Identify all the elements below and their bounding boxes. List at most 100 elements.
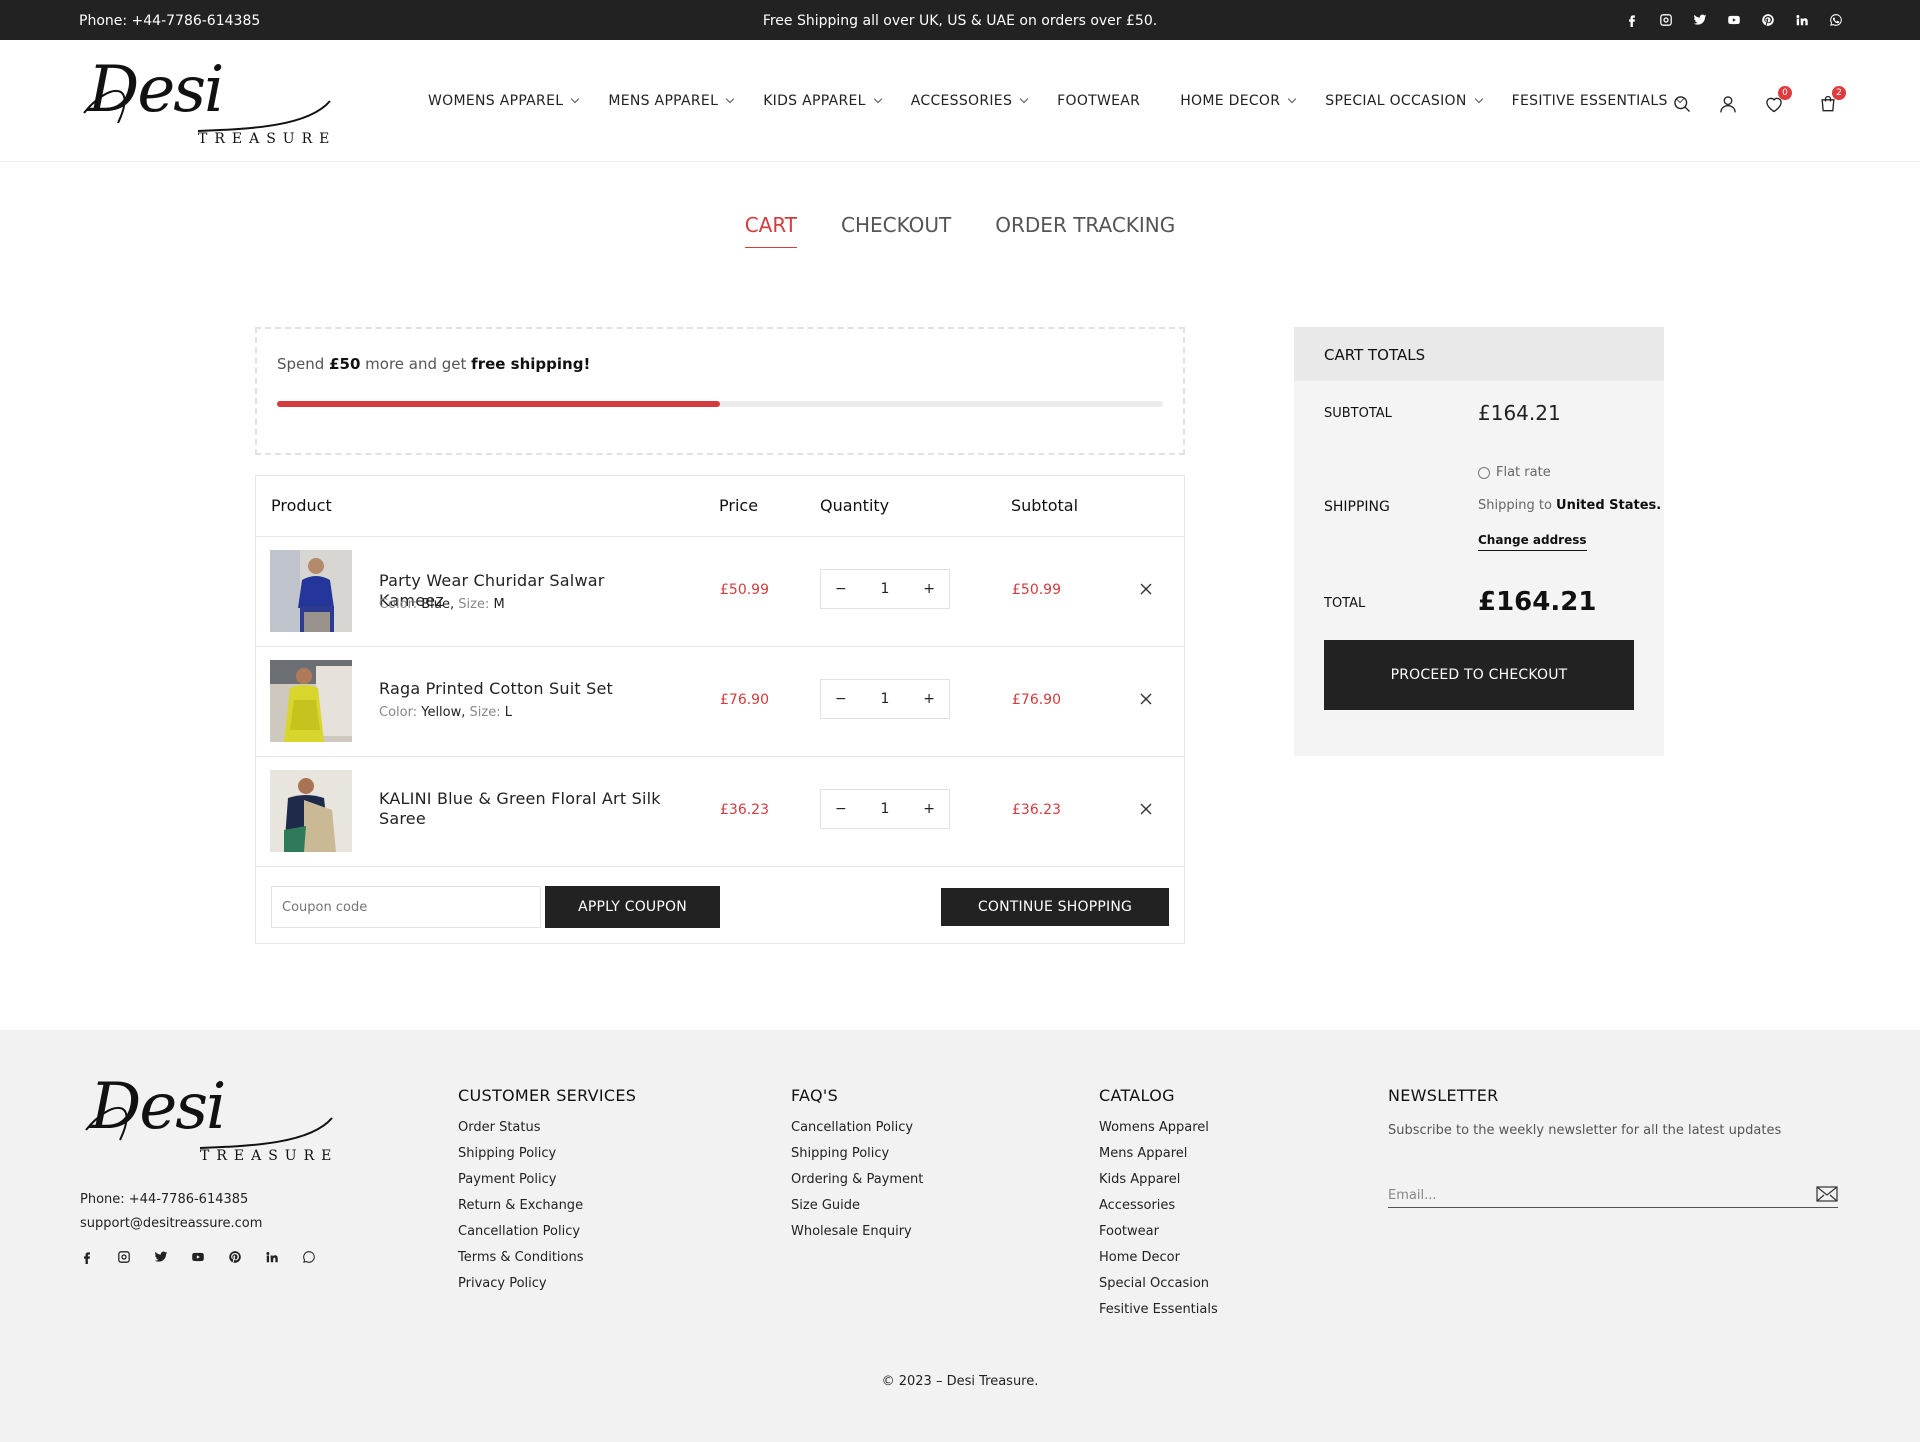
footer-link[interactable]: Special Occasion: [1099, 1271, 1218, 1297]
customer-services-title: CUSTOMER SERVICES: [458, 1086, 637, 1105]
nav-festive-essentials[interactable]: FESITIVE ESSENTIALS: [1512, 93, 1684, 109]
free-shipping-message: Spend £50 more and get free shipping!: [277, 355, 591, 373]
product-price: £76.90: [720, 692, 769, 708]
footer-link[interactable]: Return & Exchange: [458, 1193, 636, 1219]
product-subtotal: £50.99: [1012, 582, 1061, 598]
footer-socials: [80, 1250, 316, 1264]
newsletter-email-input[interactable]: Email...: [1388, 1178, 1838, 1208]
instagram-icon[interactable]: [1658, 12, 1674, 28]
logo[interactable]: Desi TREASURE: [78, 53, 338, 153]
footer-link[interactable]: Ordering & Payment: [791, 1167, 923, 1193]
cart-totals: CART TOTALS SUBTOTAL £164.21 Flat rate S…: [1294, 327, 1664, 756]
subtotal-label: SUBTOTAL: [1324, 406, 1392, 421]
remove-item-icon[interactable]: [1138, 581, 1154, 597]
footer-link[interactable]: Cancellation Policy: [458, 1219, 636, 1245]
product-image[interactable]: [270, 660, 352, 742]
continue-shopping-button[interactable]: CONTINUE SHOPPING: [941, 888, 1169, 926]
nav-mens-apparel[interactable]: MENS APPAREL: [608, 93, 735, 109]
proceed-to-checkout-button[interactable]: PROCEED TO CHECKOUT: [1324, 640, 1634, 710]
quantity-value[interactable]: 1: [881, 691, 890, 707]
product-subtotal: £76.90: [1012, 692, 1061, 708]
apply-coupon-button[interactable]: APPLY COUPON: [545, 886, 720, 928]
twitter-icon[interactable]: [154, 1250, 168, 1264]
quantity-minus-button[interactable]: −: [835, 691, 847, 707]
facebook-icon[interactable]: [80, 1250, 94, 1264]
change-address-link[interactable]: Change address: [1478, 533, 1587, 551]
account-icon[interactable]: [1716, 92, 1740, 116]
footer-link[interactable]: Footwear: [1099, 1219, 1218, 1245]
twitter-icon[interactable]: [1692, 12, 1708, 28]
table-header: Product Price Quantity Subtotal: [256, 476, 1184, 537]
nav-special-occasion[interactable]: SPECIAL OCCASION: [1325, 93, 1483, 109]
footer-link[interactable]: Size Guide: [791, 1193, 923, 1219]
youtube-icon[interactable]: [1726, 12, 1742, 28]
tab-order-tracking[interactable]: ORDER TRACKING: [995, 213, 1175, 248]
nav-kids-apparel[interactable]: KIDS APPAREL: [763, 93, 882, 109]
product-image[interactable]: [270, 550, 352, 632]
footer-link[interactable]: Terms & Conditions: [458, 1245, 636, 1271]
linkedin-icon[interactable]: [1794, 12, 1810, 28]
footer-link[interactable]: Order Status: [458, 1115, 636, 1141]
product-price: £50.99: [720, 582, 769, 598]
footer-phone: Phone: +44-7786-614385: [80, 1192, 249, 1207]
quantity-stepper: − 1 +: [820, 789, 950, 829]
logo-word: TREASURE: [198, 131, 337, 147]
footer-link[interactable]: Home Decor: [1099, 1245, 1218, 1271]
whatsapp-icon[interactable]: [302, 1250, 316, 1264]
flat-rate-option[interactable]: Flat rate: [1478, 465, 1551, 480]
nav-accessories[interactable]: ACCESSORIES: [911, 93, 1029, 109]
quantity-minus-button[interactable]: −: [835, 581, 847, 597]
send-mail-icon[interactable]: [1816, 1186, 1838, 1202]
remove-item-icon[interactable]: [1138, 691, 1154, 707]
footer-link[interactable]: Kids Apparel: [1099, 1167, 1218, 1193]
footer-link[interactable]: Womens Apparel: [1099, 1115, 1218, 1141]
quantity-plus-button[interactable]: +: [923, 581, 935, 597]
quantity-minus-button[interactable]: −: [835, 801, 847, 817]
footer-logo[interactable]: Desi TREASURE: [80, 1070, 340, 1170]
tab-checkout[interactable]: CHECKOUT: [841, 213, 951, 248]
footer-email[interactable]: support@desitreassure.com: [80, 1216, 262, 1231]
wishlist-icon[interactable]: 0: [1762, 86, 1792, 116]
footer-link[interactable]: Cancellation Policy: [791, 1115, 923, 1141]
cart-icon[interactable]: 2: [1816, 86, 1846, 116]
quantity-plus-button[interactable]: +: [923, 691, 935, 707]
coupon-input[interactable]: [271, 886, 541, 928]
youtube-icon[interactable]: [191, 1250, 205, 1264]
quantity-value[interactable]: 1: [881, 581, 890, 597]
footer-link[interactable]: Mens Apparel: [1099, 1141, 1218, 1167]
whatsapp-icon[interactable]: [1828, 12, 1844, 28]
main-nav: WOMENS APPAREL MENS APPAREL KIDS APPAREL…: [428, 93, 1713, 109]
pinterest-icon[interactable]: [228, 1250, 242, 1264]
footer-link[interactable]: Shipping Policy: [458, 1141, 636, 1167]
footer-link[interactable]: Wholesale Enquiry: [791, 1219, 923, 1245]
nav-footwear[interactable]: FOOTWEAR: [1057, 93, 1140, 109]
nav-home-decor[interactable]: HOME DECOR: [1180, 93, 1297, 109]
catalog-title: CATALOG: [1099, 1086, 1175, 1105]
table-row: KALINI Blue & Green Floral Art Silk Sare…: [256, 757, 1184, 867]
remove-item-icon[interactable]: [1138, 801, 1154, 817]
footer-link[interactable]: Accessories: [1099, 1193, 1218, 1219]
logo-script: Desi: [90, 1070, 226, 1144]
linkedin-icon[interactable]: [265, 1250, 279, 1264]
product-image[interactable]: [270, 770, 352, 852]
newsletter-text: Subscribe to the weekly newsletter for a…: [1388, 1123, 1782, 1138]
instagram-icon[interactable]: [117, 1250, 131, 1264]
facebook-icon[interactable]: [1624, 12, 1640, 28]
copyright: © 2023 – Desi Treasure.: [881, 1374, 1039, 1389]
radio-icon[interactable]: [1478, 466, 1490, 479]
quantity-plus-button[interactable]: +: [923, 801, 935, 817]
product-name[interactable]: Raga Printed Cotton Suit Set: [379, 679, 669, 699]
tab-cart[interactable]: CART: [744, 213, 798, 248]
column-product: Product: [271, 496, 332, 515]
footer-link[interactable]: Fesitive Essentials: [1099, 1297, 1218, 1323]
footer-link[interactable]: Privacy Policy: [458, 1271, 636, 1297]
nav-womens-apparel[interactable]: WOMENS APPAREL: [428, 93, 580, 109]
search-icon[interactable]: [1670, 92, 1694, 116]
footer-link[interactable]: Shipping Policy: [791, 1141, 923, 1167]
pinterest-icon[interactable]: [1760, 12, 1776, 28]
product-name[interactable]: KALINI Blue & Green Floral Art Silk Sare…: [379, 789, 669, 829]
quantity-value[interactable]: 1: [881, 801, 890, 817]
chevron-down-icon: [873, 94, 882, 104]
shipping-label: SHIPPING: [1324, 499, 1390, 515]
footer-link[interactable]: Payment Policy: [458, 1167, 636, 1193]
